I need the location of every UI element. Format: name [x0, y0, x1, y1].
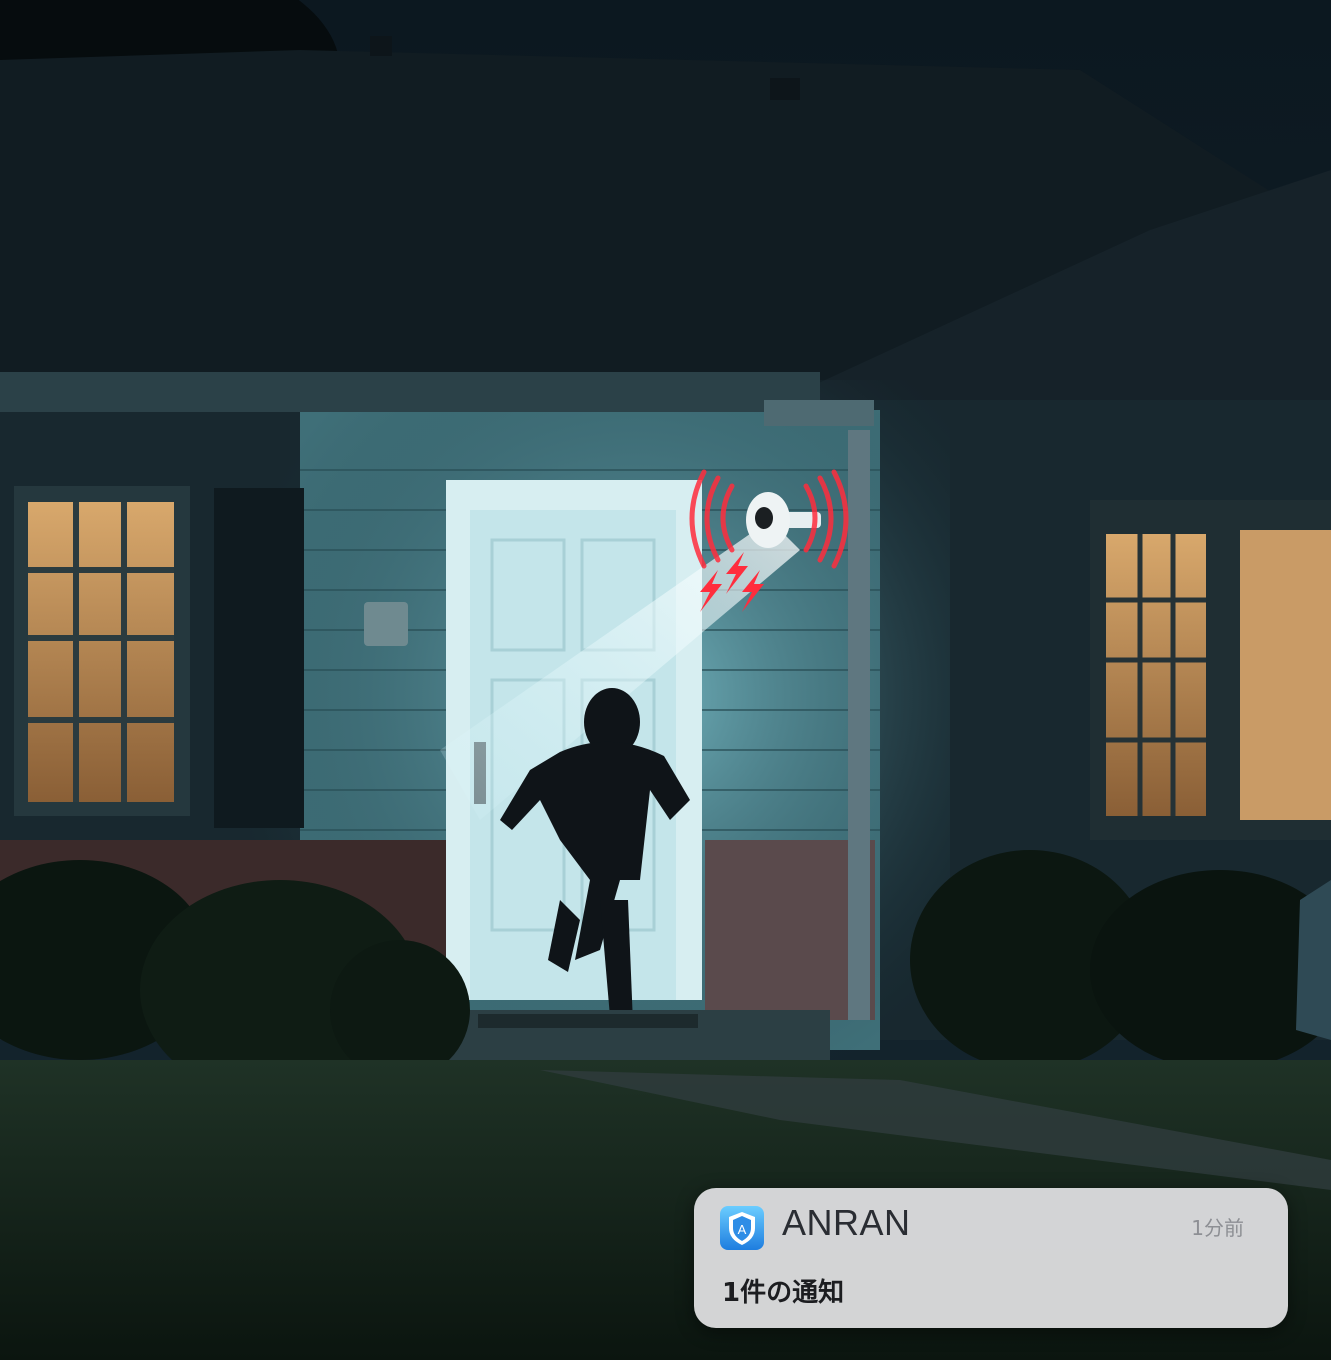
right-window-glass-b: [1240, 530, 1331, 820]
left-window-glass: [28, 502, 174, 802]
mailbox: [364, 602, 408, 646]
svg-text:A: A: [738, 1222, 747, 1237]
notification-time: 1分前: [1191, 1216, 1244, 1240]
downspout: [848, 430, 870, 1020]
shrub-left-3: [330, 940, 470, 1080]
left-shutter: [214, 488, 304, 828]
car-edge: [1296, 880, 1331, 1040]
app-name: ANRAN: [782, 1202, 911, 1243]
chimney-left: [370, 36, 392, 56]
push-notification[interactable]: A ANRAN 1分前 1件の通知: [694, 1188, 1288, 1328]
door-mat: [478, 1014, 698, 1028]
shield-a-icon: A: [720, 1206, 764, 1250]
gutter: [764, 400, 874, 426]
chimney-right: [770, 78, 800, 100]
notification-message: 1件の通知: [722, 1278, 845, 1308]
right-window-glass-a: [1106, 534, 1206, 816]
eave: [0, 372, 820, 412]
camera-lens: [755, 507, 773, 529]
night-scene: [0, 0, 1331, 1360]
